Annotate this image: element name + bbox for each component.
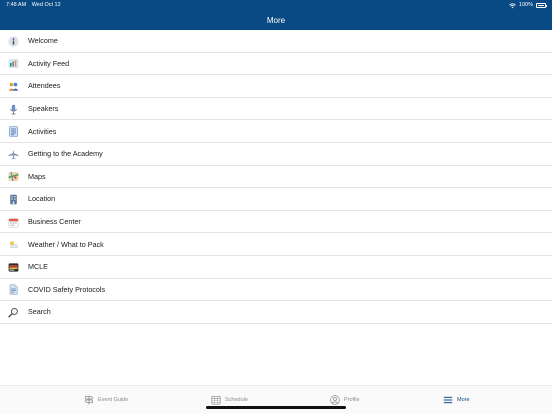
attendees-icon: [8, 81, 19, 92]
info-icon: [8, 36, 19, 47]
tab-event-guide[interactable]: Event Guide: [84, 394, 128, 406]
more-menu-icon: [443, 395, 453, 405]
status-time: 7:48 AM: [6, 2, 27, 8]
tab-label: Event Guide: [98, 397, 129, 403]
mcle-icon: [8, 262, 19, 273]
menu-item-label: MCLE: [28, 262, 48, 272]
menu-item-label: Maps: [28, 171, 46, 181]
status-date: Wed Oct 12: [31, 2, 61, 8]
tab-bar: Event Guide Schedule Profile More: [0, 385, 552, 414]
status-left: 7:48 AM Wed Oct 12: [6, 0, 65, 11]
map-icon: [8, 171, 19, 182]
menu-item-label: Activity Feed: [28, 58, 70, 68]
menu-item-location[interactable]: Location: [0, 188, 552, 211]
menu-item-label: Business Center: [28, 217, 81, 227]
menu-item-business-center[interactable]: Business Center: [0, 211, 552, 234]
menu-item-label: COVID Safety Protocols: [28, 284, 106, 294]
menu-item-covid-safety-protocols[interactable]: COVID Safety Protocols: [0, 279, 552, 302]
menu-item-label: Search: [28, 307, 51, 317]
activities-list-icon: [8, 126, 19, 137]
status-bar: 7:48 AM Wed Oct 12 100%: [0, 0, 552, 11]
location-icon: [8, 194, 19, 205]
activity-feed-icon: [8, 58, 19, 69]
header: 7:48 AM Wed Oct 12 100% More: [0, 0, 552, 30]
menu-list: Welcome Activity Feed Attendees Speakers…: [0, 30, 552, 324]
menu-item-label: Location: [28, 194, 56, 204]
document-icon: [8, 284, 19, 295]
menu-item-activities[interactable]: Activities: [0, 120, 552, 143]
menu-item-activity-feed[interactable]: Activity Feed: [0, 53, 552, 76]
calendar-icon: [211, 395, 221, 405]
menu-item-mcle[interactable]: MCLE: [0, 256, 552, 279]
menu-item-label: Welcome: [28, 36, 58, 46]
tab-profile[interactable]: Profile: [330, 394, 360, 406]
profile-icon: [330, 395, 340, 405]
menu-item-maps[interactable]: Maps: [0, 166, 552, 189]
menu-item-attendees[interactable]: Attendees: [0, 75, 552, 98]
microphone-icon: [8, 104, 19, 115]
wifi-icon: [509, 2, 516, 8]
tab-label: Profile: [344, 397, 360, 403]
menu-item-getting-to-the-academy[interactable]: Getting to the Academy: [0, 143, 552, 166]
menu-item-label: Speakers: [28, 104, 59, 114]
menu-item-weather-what-to-pack[interactable]: Weather / What to Pack: [0, 233, 552, 256]
menu-item-speakers[interactable]: Speakers: [0, 98, 552, 121]
page-title: More: [266, 16, 286, 25]
menu-item-search[interactable]: Search: [0, 301, 552, 324]
battery-icon: [536, 3, 547, 8]
menu-item-welcome[interactable]: Welcome: [0, 30, 552, 53]
menu-item-label: Attendees: [28, 81, 61, 91]
search-icon: [8, 307, 19, 318]
menu-item-label: Activities: [28, 126, 57, 136]
airplane-icon: [8, 149, 19, 160]
app-screen: 7:48 AM Wed Oct 12 100% More Welcome Act…: [0, 0, 552, 414]
tab-more[interactable]: More: [443, 394, 470, 406]
tab-label: Schedule: [225, 397, 248, 403]
home-indicator[interactable]: [206, 406, 346, 409]
event-guide-icon: [84, 395, 94, 405]
status-right: 100%: [509, 0, 547, 11]
business-center-icon: [8, 217, 19, 228]
tab-schedule[interactable]: Schedule: [211, 394, 248, 406]
menu-item-label: Getting to the Academy: [28, 149, 103, 159]
weather-icon: [8, 239, 19, 250]
battery-percentage: 100%: [518, 2, 533, 8]
menu-item-label: Weather / What to Pack: [28, 239, 104, 249]
tab-label: More: [457, 397, 470, 403]
